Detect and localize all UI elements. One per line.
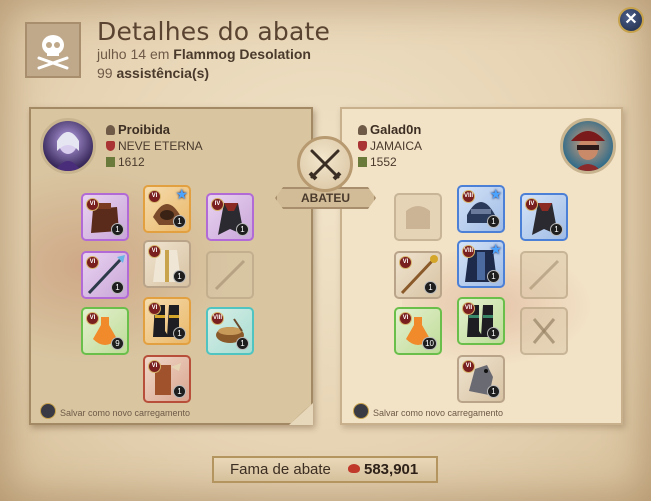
page-curl <box>289 403 313 425</box>
player-icon <box>106 125 115 135</box>
victim-name[interactable]: Galad0n <box>358 122 421 137</box>
kill-fame-label: Fama de abate <box>230 461 331 478</box>
close-button[interactable]: ✕ <box>618 7 644 33</box>
victim-slot-bag[interactable] <box>394 193 442 241</box>
crossed-swords-icon <box>308 149 342 181</box>
skull-emblem <box>25 22 81 78</box>
bag-icon <box>406 206 430 229</box>
victim-panel: Galad0n JAMAICA 1552 VIII ★ 1 IV 1 VI 1 … <box>340 107 623 425</box>
killer-slot-mount[interactable]: VI 1 <box>143 355 191 403</box>
empty-slot-icon <box>528 259 560 291</box>
killer-slot-off-hand[interactable] <box>206 251 254 299</box>
star-icon: ★ <box>175 186 188 202</box>
killer-guild[interactable]: NEVE ETERNA <box>106 139 203 153</box>
item-power-icon <box>106 157 115 167</box>
killer-slot-armor[interactable]: VI 1 <box>143 240 191 288</box>
victim-item-power: 1552 <box>358 155 397 169</box>
page-title: Detalhes do abate <box>97 17 331 46</box>
kill-location: Flammog Desolation <box>173 46 311 62</box>
skull-crossbones-icon <box>37 35 69 70</box>
victim-slot-helmet[interactable]: VIII ★ 1 <box>457 185 505 233</box>
killer-panel: Proibida NEVE ETERNA 1612 VI 1 VI ★ 1 IV… <box>29 107 313 425</box>
victim-slot-main-hand[interactable]: VI 1 <box>394 251 442 299</box>
kill-fame-value: 583,901 <box>364 461 419 478</box>
killer-slot-main-hand[interactable]: VI 1 <box>81 251 129 299</box>
save-loadout-icon <box>353 403 369 419</box>
killer-slot-boots[interactable]: VI 1 <box>143 297 191 345</box>
victim-save-loadout[interactable]: Salvar como novo carregamento <box>353 403 503 419</box>
assist-label: assistência(s) <box>116 65 210 81</box>
fork-knife-icon <box>532 318 556 344</box>
killer-slot-bag[interactable]: VI 1 <box>81 193 129 241</box>
killer-item-power: 1612 <box>106 155 145 169</box>
killer-slot-food[interactable]: VIII 1 <box>206 307 254 355</box>
killer-portrait-icon <box>55 132 81 171</box>
victim-slot-armor[interactable]: VIII ★ 1 <box>457 240 505 288</box>
guild-shield-icon <box>358 141 367 151</box>
killer-slot-helmet[interactable]: VI ★ 1 <box>143 185 191 233</box>
assist-info: 99 assistência(s) <box>97 65 209 81</box>
killer-save-loadout[interactable]: Salvar como novo carregamento <box>40 403 190 419</box>
star-icon: ★ <box>489 241 502 257</box>
empty-slot-icon <box>214 259 246 291</box>
victim-slot-cape[interactable]: IV 1 <box>520 193 568 241</box>
kill-badge <box>297 136 353 192</box>
star-icon: ★ <box>489 186 502 202</box>
killer-slot-potion[interactable]: VI 9 <box>81 307 129 355</box>
kill-fame-bar: Fama de abate 583,901 <box>212 456 438 483</box>
victim-portrait-icon <box>571 131 605 171</box>
location-prefix: em <box>149 46 170 62</box>
guild-shield-icon <box>106 141 115 151</box>
victim-slot-off-hand[interactable] <box>520 251 568 299</box>
player-icon <box>358 125 367 135</box>
gem-icon <box>348 464 360 473</box>
victim-guild[interactable]: JAMAICA <box>358 139 422 153</box>
victim-avatar[interactable] <box>560 118 616 174</box>
kill-date-location: julho 14 em Flammog Desolation <box>97 46 311 62</box>
killer-avatar[interactable] <box>40 118 96 174</box>
save-loadout-icon <box>40 403 56 419</box>
kill-date: julho 14 <box>97 46 147 62</box>
killer-name[interactable]: Proibida <box>106 122 170 137</box>
item-power-icon <box>358 157 367 167</box>
assist-count: 99 <box>97 65 113 81</box>
victim-slot-food[interactable] <box>520 307 568 355</box>
killer-slot-cape[interactable]: IV 1 <box>206 193 254 241</box>
close-icon: ✕ <box>624 11 638 28</box>
victim-slot-mount[interactable]: VI 1 <box>457 355 505 403</box>
victim-slot-boots[interactable]: VII 1 <box>457 297 505 345</box>
victim-slot-potion[interactable]: VI 10 <box>394 307 442 355</box>
